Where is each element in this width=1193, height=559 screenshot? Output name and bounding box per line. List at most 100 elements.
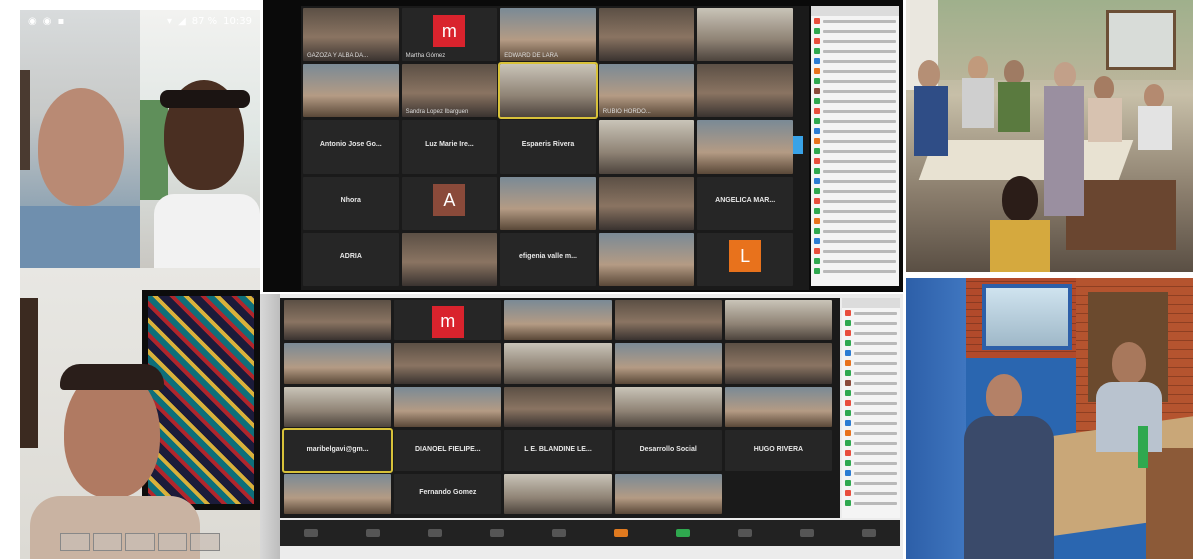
participant-tile[interactable] [614,300,722,341]
participant-tile[interactable]: Antonio Jose Go... [303,120,399,174]
participant-list-item[interactable] [842,458,900,468]
participant-list-item[interactable] [811,146,899,156]
participant-list-item[interactable] [811,16,899,26]
participant-list-item[interactable] [842,428,900,438]
participant-list-item[interactable] [811,196,899,206]
participant-list-item[interactable] [842,398,900,408]
participant-tile[interactable]: Sandra Lopez Ibarguen [401,64,498,118]
participant-list-item[interactable] [811,36,899,46]
more-button[interactable] [862,529,876,537]
participant-list-item[interactable] [811,56,899,66]
participant-tile[interactable]: Espaeris Rivera [500,120,596,174]
participant-list-item[interactable] [811,26,899,36]
participant-tile[interactable] [697,64,793,118]
participant-tile[interactable] [504,343,612,384]
participant-tile[interactable] [697,120,793,174]
participant-tile[interactable]: ADRIA [303,232,399,286]
participant-list-item[interactable] [811,126,899,136]
participant-list-item[interactable] [811,86,899,96]
participant-list-item[interactable] [811,46,899,56]
participant-list-item[interactable] [842,418,900,428]
participant-list-item[interactable] [811,226,899,236]
participant-tile[interactable] [500,176,596,230]
thumbnail[interactable] [157,533,188,551]
participant-tile[interactable]: EDWARD DE LARA [500,8,596,62]
participant-tile[interactable]: ANGELICA MAR... [697,176,793,230]
participant-list-item[interactable] [842,358,900,368]
participant-list-item[interactable] [811,266,899,276]
participant-list-item[interactable] [842,488,900,498]
participant-list-item[interactable] [811,186,899,196]
participant-tile[interactable] [394,343,502,384]
participant-list-item[interactable] [842,368,900,378]
video-button[interactable] [366,529,380,537]
participant-tile[interactable] [614,343,722,384]
participant-video-main[interactable] [20,268,260,559]
participant-video-woman[interactable] [140,10,260,268]
participant-tile[interactable] [724,343,832,384]
mute-button[interactable] [304,529,318,537]
participant-tile[interactable]: Luz Marie Ire... [401,120,498,174]
participant-list-item[interactable] [811,156,899,166]
thumbnail[interactable] [92,533,123,551]
participant-tile[interactable] [697,8,793,62]
security-button[interactable] [428,529,442,537]
participant-tile[interactable] [284,473,392,514]
participant-list-item[interactable] [811,256,899,266]
participant-list-item[interactable] [842,388,900,398]
reactions-button[interactable] [614,529,628,537]
participant-tile[interactable]: m Martha Gómez [401,8,498,62]
participant-tile[interactable]: GAZOZA Y ALBA DA... [303,8,399,62]
participant-list-item[interactable] [842,338,900,348]
participant-tile[interactable] [284,386,392,428]
participant-list-item[interactable] [811,166,899,176]
participant-tile[interactable]: Nhora [303,176,399,230]
participant-list-item[interactable] [842,468,900,478]
participant-tile[interactable]: maribelgavi@gm... [281,428,394,473]
participant-tile[interactable]: L [697,232,793,286]
participant-tile[interactable] [401,232,498,286]
participant-tile[interactable]: Desarrollo Social [614,430,722,471]
participant-list-item[interactable] [842,478,900,488]
apps-button[interactable] [800,529,814,537]
chat-button[interactable] [552,529,566,537]
participant-tile[interactable] [498,62,598,120]
record-button[interactable] [738,529,752,537]
participant-tile[interactable]: A [401,176,498,230]
participant-list-item[interactable] [842,308,900,318]
share-screen-button[interactable] [676,529,690,537]
participant-tile[interactable] [598,120,695,174]
participant-list-item[interactable] [842,328,900,338]
participant-tile[interactable] [724,300,832,341]
participant-list-item[interactable] [842,378,900,388]
participant-tile[interactable] [614,386,722,428]
thumbnail[interactable] [125,533,155,551]
participant-list-item[interactable] [842,348,900,358]
participant-tile[interactable] [598,232,695,286]
participant-list-item[interactable] [811,116,899,126]
participant-tile[interactable] [284,343,392,384]
participant-list-item[interactable] [842,408,900,418]
gallery-next-arrow[interactable] [793,136,803,154]
participants-button[interactable] [490,529,504,537]
participant-tile[interactable] [504,300,612,341]
thumbnail[interactable] [60,533,90,551]
participant-tile[interactable]: HUGO RIVERA [724,430,832,471]
participant-tile[interactable] [504,386,612,428]
participant-list-item[interactable] [842,438,900,448]
participant-tile[interactable] [598,8,695,62]
participant-tile[interactable] [724,386,832,428]
participant-tile[interactable] [614,473,722,514]
participant-tile[interactable] [284,300,392,341]
participant-list-item[interactable] [811,136,899,146]
participant-tile[interactable]: L E. BLANDINE LE... [504,430,612,471]
participant-list-item[interactable] [842,498,900,508]
participant-tile[interactable] [303,64,399,118]
participant-list-item[interactable] [811,106,899,116]
participant-list-item[interactable] [811,236,899,246]
participant-tile[interactable] [504,473,612,514]
participant-tile[interactable]: RUBIO HORDO... [598,64,695,118]
participant-list-item[interactable] [811,76,899,86]
participant-list-item[interactable] [811,216,899,226]
participant-tile[interactable]: DIANOEL FIELIPE... [394,430,502,471]
